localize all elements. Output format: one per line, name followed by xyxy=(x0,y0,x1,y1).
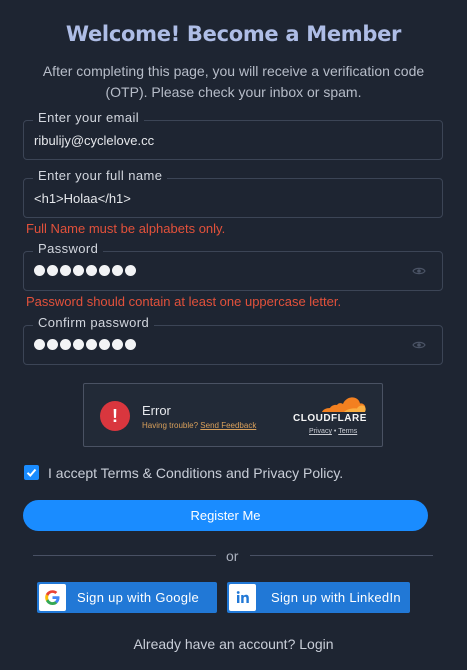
password-dot xyxy=(34,339,45,350)
password-dot xyxy=(47,265,58,276)
cloudflare-links: Privacy • Terms xyxy=(309,428,357,435)
password-dot xyxy=(112,265,123,276)
google-signup-button[interactable]: Sign up with Google xyxy=(37,582,217,613)
linkedin-icon xyxy=(229,584,256,611)
show-password-icon[interactable] xyxy=(412,266,426,276)
cloudflare-brand: CLOUDFLARE xyxy=(293,413,367,424)
footer-login-prompt: Already have an account? Login xyxy=(0,636,467,652)
password-dot xyxy=(73,265,84,276)
page-title: Welcome! Become a Member xyxy=(65,22,402,46)
password-error: Password should contain at least one upp… xyxy=(26,294,342,309)
check-icon xyxy=(26,468,37,477)
password-dot xyxy=(125,339,136,350)
accept-terms-text: I accept Terms & Conditions and Privacy … xyxy=(48,465,343,481)
fullname-field[interactable]: Enter your full name <h1>Holaa</h1> xyxy=(23,168,443,218)
accept-and: and xyxy=(222,465,254,481)
password-dot xyxy=(60,339,71,350)
accept-prefix: I accept xyxy=(48,465,101,481)
confirm-password-label: Confirm password xyxy=(33,315,155,330)
show-confirm-password-icon[interactable] xyxy=(412,340,426,350)
password-dot xyxy=(73,339,84,350)
privacy-link[interactable]: Privacy xyxy=(309,428,332,435)
email-label: Enter your email xyxy=(33,110,145,125)
captcha-trouble-label: Having trouble? xyxy=(142,421,199,430)
or-separator: or xyxy=(226,548,239,564)
linkedin-signup-button[interactable]: Sign up with LinkedIn xyxy=(227,582,410,613)
terms-conditions-link[interactable]: Terms & Conditions xyxy=(101,465,222,481)
captcha-trouble-text: Having trouble? Send Feedback xyxy=(142,421,256,430)
password-dot xyxy=(86,265,97,276)
accept-suffix: . xyxy=(339,465,344,481)
terms-link[interactable]: Terms xyxy=(338,428,357,435)
links-separator: • xyxy=(333,428,337,435)
login-link[interactable]: Login xyxy=(299,636,333,652)
password-dot xyxy=(60,265,71,276)
captcha-error-title: Error xyxy=(142,403,171,418)
google-signup-label: Sign up with Google xyxy=(77,590,200,605)
accept-terms-checkbox[interactable] xyxy=(24,465,39,480)
confirm-password-field[interactable]: Confirm password xyxy=(23,315,443,365)
password-dot xyxy=(99,265,110,276)
password-dot xyxy=(112,339,123,350)
divider-left xyxy=(33,555,216,556)
footer-prompt-text: Already have an account? xyxy=(133,636,300,652)
error-icon: ! xyxy=(100,401,130,431)
page-subtitle: After completing this page, you will rec… xyxy=(42,63,425,100)
divider-right xyxy=(250,555,433,556)
send-feedback-link[interactable]: Send Feedback xyxy=(200,421,256,430)
register-button[interactable]: Register Me xyxy=(23,500,428,531)
password-dot xyxy=(86,339,97,350)
fullname-value[interactable]: <h1>Holaa</h1> xyxy=(34,191,131,206)
confirm-password-masked-value[interactable] xyxy=(34,335,136,350)
linkedin-signup-label: Sign up with LinkedIn xyxy=(271,590,401,605)
password-label: Password xyxy=(33,241,104,256)
cloudflare-cloud-icon xyxy=(322,397,366,412)
cloudflare-captcha[interactable]: ! Error Having trouble? Send Feedback CL… xyxy=(83,383,383,447)
password-dot xyxy=(99,339,110,350)
password-dot xyxy=(47,339,58,350)
fullname-label: Enter your full name xyxy=(33,168,168,183)
password-masked-value[interactable] xyxy=(34,261,136,276)
email-field[interactable]: Enter your email ribulijy@cyclelove.cc xyxy=(23,110,443,160)
privacy-policy-link[interactable]: Privacy Policy xyxy=(253,465,339,481)
fullname-error: Full Name must be alphabets only. xyxy=(26,221,226,236)
password-field[interactable]: Password xyxy=(23,241,443,291)
email-value[interactable]: ribulijy@cyclelove.cc xyxy=(34,133,154,148)
password-dot xyxy=(34,265,45,276)
google-icon xyxy=(39,584,66,611)
password-dot xyxy=(125,265,136,276)
